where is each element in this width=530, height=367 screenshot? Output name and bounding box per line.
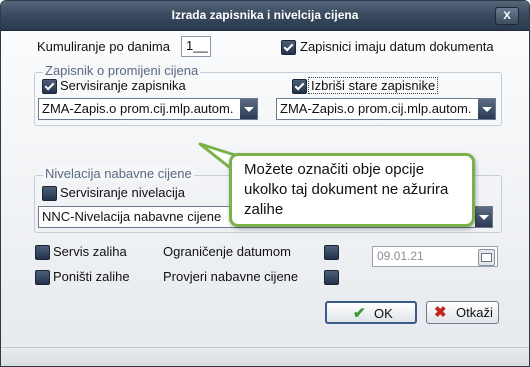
calendar-icon[interactable] <box>478 249 495 266</box>
chevron-down-icon[interactable] <box>240 99 257 119</box>
zapisnik-delete-template-combo[interactable]: ZMA-Zapis.o prom.cij.mlp.autom. <box>276 98 496 120</box>
document-date-label: Zapisnici imaju datum dokumenta <box>300 39 494 54</box>
servis-zaliha-label: Servis zaliha <box>53 244 127 259</box>
zapisnik-template-combo-value: ZMA-Zapis.o prom.cij.mlp.autom. <box>42 101 234 116</box>
title-bar: Izrada zapisnika i nivelcija cijena X <box>1 1 529 31</box>
help-tooltip-text: Možete označiti obje opcije ukolko taj d… <box>244 161 449 218</box>
check-purchase-label: Provjeri nabavne cijene <box>163 269 299 284</box>
cancel-button[interactable]: ✖ Otkaži <box>426 301 499 324</box>
zapisnik-group-title: Zapisnik o promijeni cijena <box>43 63 201 78</box>
delete-old-checkbox[interactable] <box>292 79 307 94</box>
ok-button[interactable]: ✔ OK <box>325 301 417 324</box>
help-tooltip: Možete označiti obje opcije ukolko taj d… <box>229 153 475 227</box>
nivelacija-servicing-checkbox[interactable] <box>42 186 57 201</box>
servis-zaliha-checkbox[interactable] <box>35 245 50 260</box>
zapisnik-servicing-label: Servisiranje zapisnika <box>60 78 186 93</box>
check-purchase-checkbox[interactable] <box>324 270 339 285</box>
document-date-checkbox[interactable] <box>281 40 296 55</box>
delete-old-label: Izbriši stare zapisnike <box>308 77 439 94</box>
cancel-button-label: Otkaži <box>456 305 493 320</box>
chevron-down-icon[interactable] <box>478 99 495 119</box>
zapisnik-template-combo[interactable]: ZMA-Zapis.o prom.cij.mlp.autom. <box>38 98 258 120</box>
ponisti-zalihe-label: Poništi zalihe <box>53 269 130 284</box>
date-limit-checkbox[interactable] <box>324 245 339 260</box>
ponisti-zalihe-checkbox[interactable] <box>35 270 50 285</box>
nivelacija-servicing-label: Servisiranje nivelacija <box>60 185 185 200</box>
cumulation-label: Kumuliranje po danima <box>37 39 170 54</box>
window-title: Izrada zapisnika i nivelcija cijena <box>171 8 359 22</box>
status-bar <box>1 347 529 366</box>
zapisnik-delete-template-combo-value: ZMA-Zapis.o prom.cij.mlp.autom. <box>280 101 472 116</box>
date-limit-value: 09.01.21 <box>377 249 424 263</box>
date-limit-label: Ograničenje datumom <box>163 244 291 259</box>
check-icon: ✔ <box>353 305 366 322</box>
date-limit-field[interactable]: 09.01.21 <box>372 246 498 267</box>
cumulation-days-input[interactable]: 1__ <box>181 36 211 57</box>
chevron-down-icon[interactable] <box>475 207 492 227</box>
zapisnik-servicing-checkbox[interactable] <box>42 79 57 94</box>
x-icon: ✖ <box>434 304 447 321</box>
nivelacija-group-title: Nivelacija nabavne cijene <box>43 166 194 181</box>
close-button[interactable]: X <box>495 7 519 25</box>
ok-button-label: OK <box>374 306 393 321</box>
